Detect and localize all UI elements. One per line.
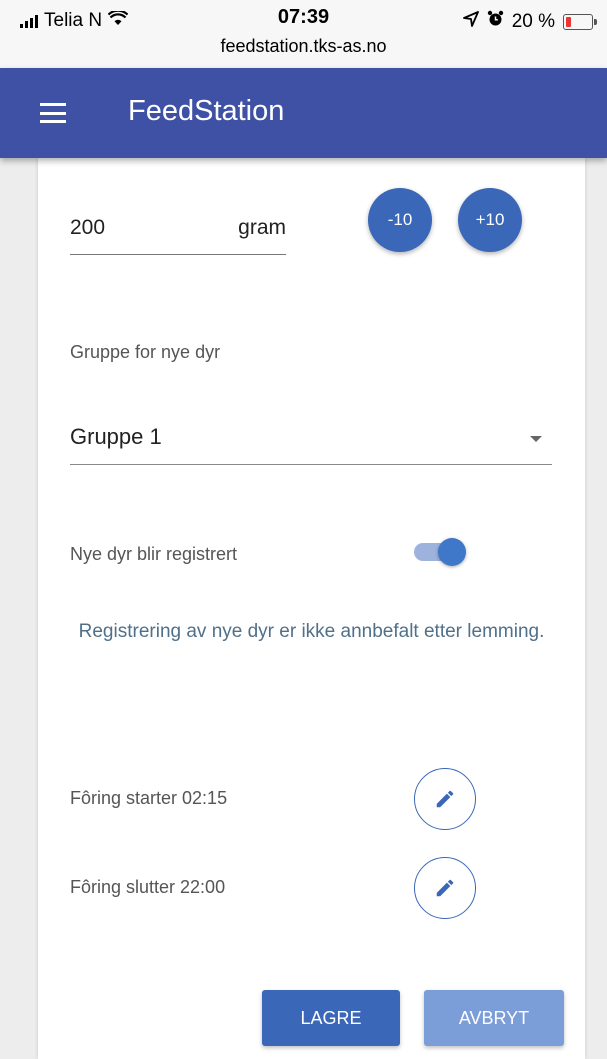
group-label: Gruppe for nye dyr bbox=[70, 342, 221, 362]
feeding-start-label: Fôring starter 02:15 bbox=[70, 788, 228, 808]
amount-unit: gram bbox=[238, 216, 286, 239]
increment-button[interactable]: +10 bbox=[458, 188, 522, 252]
status-right: 20 % bbox=[462, 10, 597, 33]
decrement-button[interactable]: -10 bbox=[368, 188, 432, 252]
app-title: FeedStation bbox=[128, 95, 285, 127]
status-bar: Telia N 07:39 feedstation.tks-as.no 20 % bbox=[0, 0, 607, 68]
group-select[interactable]: Gruppe 1 bbox=[70, 420, 552, 465]
page-url[interactable]: feedstation.tks-as.no bbox=[0, 36, 607, 57]
alarm-icon bbox=[487, 10, 504, 33]
edit-start-button[interactable] bbox=[414, 768, 476, 830]
battery-level bbox=[566, 16, 571, 27]
dropdown-caret-icon[interactable] bbox=[530, 436, 542, 442]
pencil-icon bbox=[436, 879, 454, 897]
registration-toggle[interactable] bbox=[414, 536, 466, 566]
registration-notice: Registrering av nye dyr er ikke annbefal… bbox=[78, 621, 545, 642]
edit-end-button[interactable] bbox=[414, 857, 476, 919]
feeding-end-label: Fôring slutter 22:00 bbox=[70, 877, 226, 897]
battery-icon bbox=[563, 13, 597, 30]
amount-value[interactable]: 200 bbox=[70, 216, 105, 240]
pencil-icon bbox=[436, 790, 454, 808]
battery-percent: 20 % bbox=[511, 10, 555, 32]
save-button[interactable]: LAGRE bbox=[262, 990, 400, 1046]
cancel-button[interactable]: AVBRYT bbox=[424, 990, 564, 1046]
app-bar: FeedStation bbox=[0, 68, 607, 158]
hamburger-menu-icon[interactable] bbox=[40, 103, 66, 123]
location-icon bbox=[462, 10, 479, 33]
settings-card: 200 gram -10 +10 Gruppe for nye dyr Grup… bbox=[38, 158, 585, 1059]
amount-input[interactable]: 200 gram bbox=[70, 214, 286, 255]
toggle-thumb[interactable] bbox=[438, 538, 466, 566]
group-select-value[interactable]: Gruppe 1 bbox=[70, 424, 162, 450]
registration-label: Nye dyr blir registrert bbox=[70, 544, 238, 564]
